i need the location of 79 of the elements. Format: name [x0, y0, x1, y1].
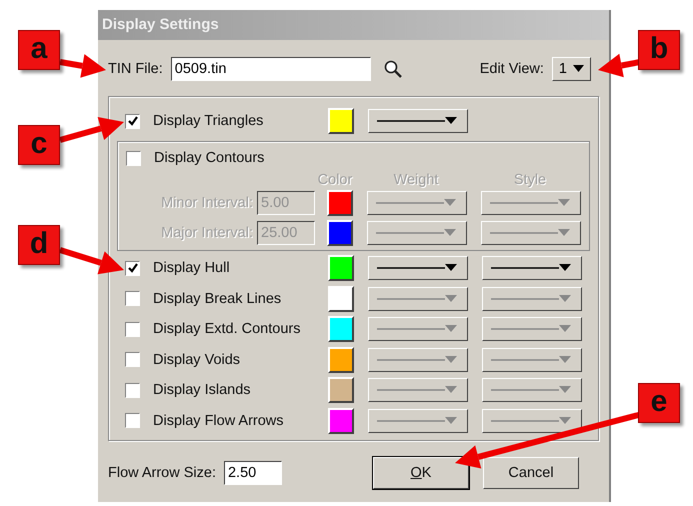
color-swatch[interactable]: [327, 220, 353, 246]
line-style-icon: [489, 294, 573, 304]
window-title: Display Settings: [98, 10, 609, 40]
line-style-icon: [489, 324, 573, 334]
line-style-dropdown[interactable]: [368, 109, 468, 133]
checkbox[interactable]: [125, 413, 140, 428]
line-style-dropdown[interactable]: [368, 256, 468, 280]
line-style-dropdown[interactable]: [482, 256, 582, 280]
line-style-icon: [375, 385, 459, 396]
line-style-icon: [375, 324, 459, 334]
checkbox-label: Display Islands: [153, 382, 252, 398]
checkbox-label: Display Flow Arrows: [153, 412, 285, 429]
checkbox-label: Display Hull: [153, 260, 231, 276]
checkbox-label: Display Voids: [153, 352, 242, 368]
line-style-dropdown[interactable]: [368, 286, 468, 311]
line-style-dropdown[interactable]: [367, 221, 467, 245]
checkbox[interactable]: [125, 382, 140, 398]
callout-label: b: [638, 30, 680, 70]
field-label: TIN File:: [108, 61, 163, 77]
line-style-icon: [375, 416, 459, 426]
view-dropdown[interactable]: 1: [552, 57, 591, 81]
checkbox[interactable]: [125, 114, 140, 128]
line-style-dropdown[interactable]: [482, 408, 582, 433]
line-style-dropdown[interactable]: [481, 221, 581, 245]
line-style-icon: [374, 228, 458, 238]
callout-label: d: [18, 225, 60, 265]
line-style-dropdown[interactable]: [482, 378, 582, 402]
callout-arrow: [59, 116, 124, 143]
checkbox-label: Display Triangles: [153, 113, 264, 129]
color-swatch[interactable]: [328, 316, 354, 342]
line-style-icon: [489, 385, 573, 396]
field-label: Edit View:: [480, 61, 544, 77]
color-swatch[interactable]: [328, 408, 354, 434]
color-swatch[interactable]: [328, 108, 354, 134]
line-style-dropdown[interactable]: [368, 378, 468, 402]
line-style-icon: [488, 228, 572, 238]
ok-button[interactable]: OK: [373, 457, 469, 489]
line-style-dropdown[interactable]: [368, 408, 468, 433]
color-swatch[interactable]: [328, 286, 354, 312]
checkbox-label: Display Contours: [154, 150, 266, 166]
line-style-dropdown[interactable]: [482, 348, 582, 372]
cancel-button[interactable]: Cancel: [483, 457, 579, 489]
color-swatch[interactable]: [328, 255, 354, 282]
color-swatch[interactable]: [328, 377, 354, 404]
callout-arrow: [59, 247, 124, 274]
callout-label: c: [18, 125, 60, 165]
caret-icon: [573, 65, 584, 73]
checkbox[interactable]: [125, 352, 140, 368]
callout-arrow: [59, 54, 106, 78]
checkbox[interactable]: [125, 322, 140, 337]
input-field[interactable]: 2.50: [224, 461, 282, 485]
search-icon[interactable]: [382, 59, 403, 79]
line-style-icon: [375, 354, 459, 365]
line-style-dropdown[interactable]: [367, 191, 467, 215]
checkbox-label: Display Break Lines: [153, 290, 282, 307]
checkbox[interactable]: [125, 291, 140, 306]
callout-label: e: [638, 383, 680, 423]
line-style-dropdown[interactable]: [481, 191, 581, 215]
line-style-icon: [488, 198, 572, 208]
checkbox[interactable]: [125, 260, 140, 276]
checkbox-label: Display Extd. Contours: [153, 321, 302, 338]
checkbox[interactable]: [126, 150, 141, 166]
line-style-icon: [489, 263, 573, 274]
line-style-icon: [489, 416, 573, 426]
line-style-icon: [375, 116, 459, 126]
line-style-dropdown[interactable]: [368, 317, 468, 342]
line-style-icon: [374, 198, 458, 208]
line-style-dropdown[interactable]: [482, 317, 582, 342]
color-swatch[interactable]: [328, 346, 354, 373]
callout-arrow: [598, 54, 641, 78]
line-style-dropdown[interactable]: [482, 286, 582, 311]
callout-label: a: [18, 30, 60, 70]
line-style-icon: [375, 263, 459, 274]
line-style-dropdown[interactable]: [368, 348, 468, 372]
line-style-icon: [375, 294, 459, 304]
line-style-icon: [489, 354, 573, 365]
field-label: Flow Arrow Size:: [108, 465, 216, 481]
color-swatch[interactable]: [327, 190, 353, 216]
input-field[interactable]: 0509.tin: [170, 57, 371, 81]
